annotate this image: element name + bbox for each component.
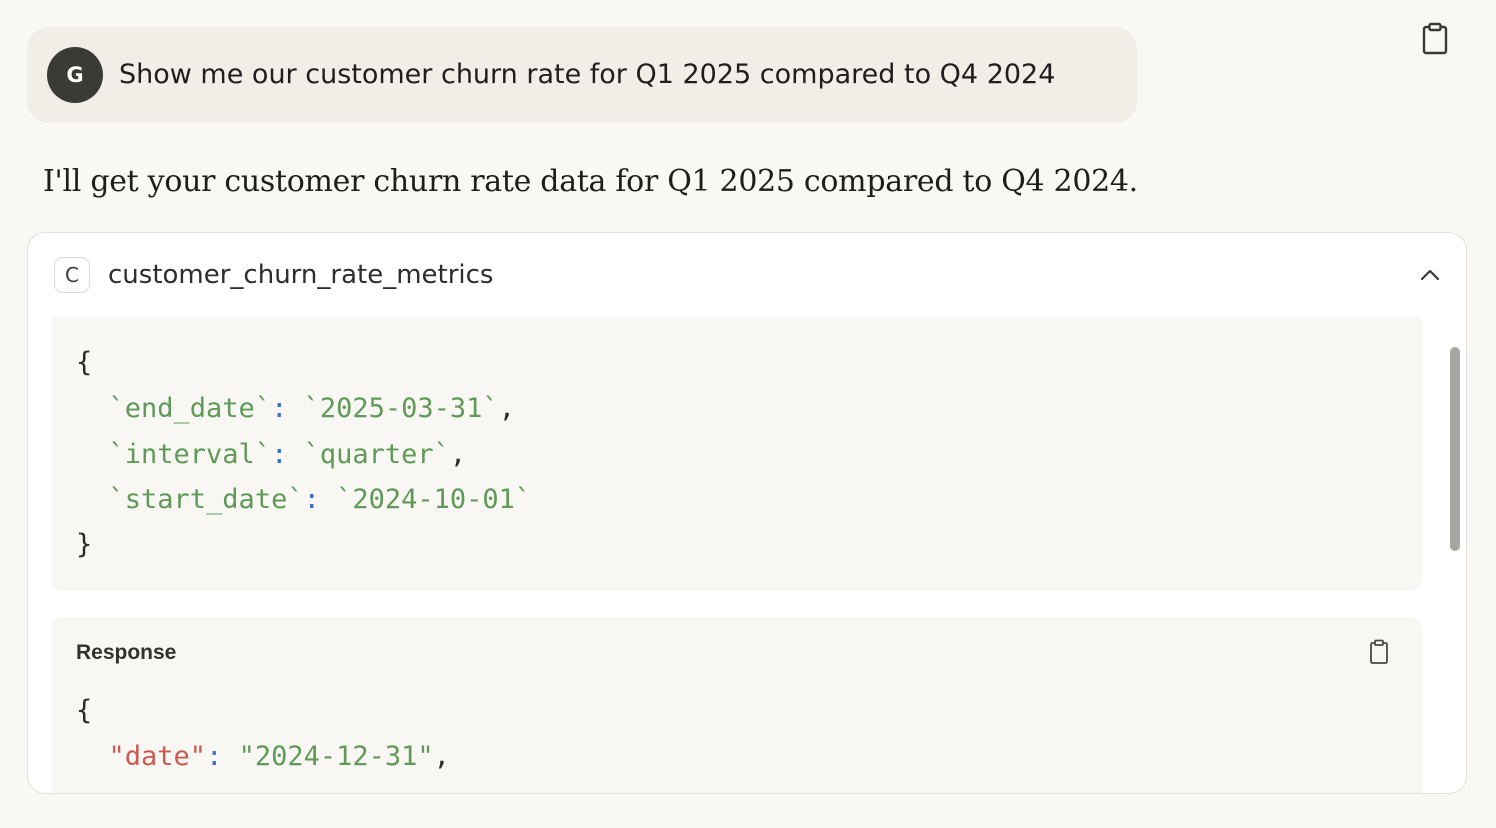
user-message-bubble: G Show me our customer churn rate for Q1… bbox=[27, 27, 1137, 123]
collapse-button[interactable] bbox=[1416, 261, 1444, 289]
response-title: Response bbox=[76, 641, 177, 664]
tool-badge: C bbox=[54, 257, 90, 293]
clipboard-icon bbox=[1422, 22, 1448, 55]
code-param-line: `start_date`: `2024-10-01` bbox=[76, 480, 532, 520]
response-colon: : bbox=[206, 741, 223, 772]
param-colon: : bbox=[303, 484, 320, 515]
copy-message-button[interactable] bbox=[1420, 22, 1450, 56]
param-key: `interval` bbox=[108, 439, 272, 470]
param-key: `start_date` bbox=[108, 484, 304, 515]
request-code-block: { `end_date`: `2025-03-31`, `interval`: … bbox=[52, 317, 1422, 591]
param-value: `2025-03-31` bbox=[303, 393, 499, 424]
tool-name: customer_churn_rate_metrics bbox=[108, 260, 494, 290]
param-trail: , bbox=[498, 393, 515, 424]
param-trail: , bbox=[449, 439, 467, 470]
param-colon: : bbox=[271, 439, 288, 470]
response-block: Response { "date": "2024-12-31", bbox=[52, 617, 1422, 793]
response-line: "date": "2024-12-31", bbox=[76, 737, 450, 777]
assistant-message-text: I'll get your customer churn rate data f… bbox=[43, 164, 1138, 199]
param-colon: : bbox=[271, 393, 288, 424]
param-key: `end_date` bbox=[108, 393, 272, 424]
tool-call-card: C customer_churn_rate_metrics { `end_dat… bbox=[27, 232, 1467, 794]
scrollbar-thumb[interactable] bbox=[1450, 347, 1460, 551]
clipboard-icon bbox=[1370, 639, 1388, 664]
user-message-text: Show me our customer churn rate for Q1 2… bbox=[119, 59, 1056, 90]
tool-call-scroll-area[interactable]: { `end_date`: `2025-03-31`, `interval`: … bbox=[52, 317, 1422, 793]
user-avatar: G bbox=[47, 47, 103, 103]
param-value: `quarter` bbox=[303, 439, 450, 470]
chevron-up-icon bbox=[1420, 269, 1440, 281]
code-open-brace: { bbox=[76, 347, 93, 378]
response-key: "date" bbox=[108, 741, 207, 772]
tool-call-header[interactable]: C customer_churn_rate_metrics bbox=[28, 233, 1466, 317]
response-open-brace: { bbox=[76, 695, 93, 726]
code-param-line: `end_date`: `2025-03-31`, bbox=[76, 389, 515, 429]
scrollbar[interactable] bbox=[1446, 337, 1460, 777]
code-close-brace: } bbox=[76, 529, 93, 560]
response-value: "2024-12-31" bbox=[238, 741, 434, 772]
copy-response-button[interactable] bbox=[1368, 639, 1390, 665]
code-param-line: `interval`: `quarter`, bbox=[76, 435, 467, 475]
response-trail: , bbox=[433, 741, 450, 772]
param-value: `2024-10-01` bbox=[336, 484, 532, 515]
